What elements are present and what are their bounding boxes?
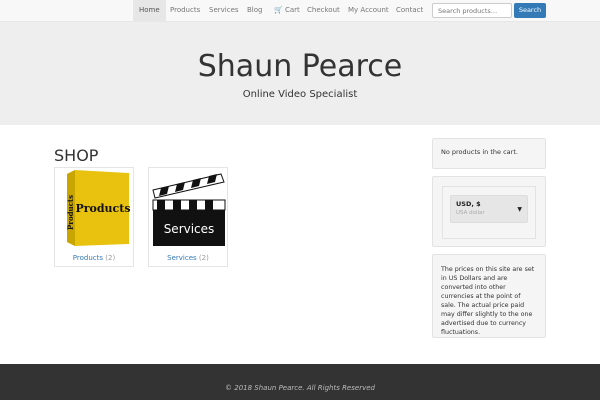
currency-notice-widget: The prices on this site are set in US Do… <box>432 254 546 338</box>
footer: © 2018 Shaun Pearce. All Rights Reserved <box>0 364 600 400</box>
page-title: SHOP <box>54 146 99 165</box>
clapperboard-image: Services <box>152 173 226 246</box>
svg-text:Services: Services <box>164 222 215 236</box>
nav-blog[interactable]: Blog <box>241 0 268 21</box>
category-label[interactable]: Services (2) <box>149 254 227 262</box>
site-tagline: Online Video Specialist <box>242 89 358 100</box>
copyright-text: © 2018 Shaun Pearce. All Rights Reserved <box>225 384 375 392</box>
cart-empty-text: No products in the cart. <box>441 148 518 156</box>
site-title[interactable]: Shaun Pearce <box>0 49 600 84</box>
category-label[interactable]: Products (2) <box>55 254 133 262</box>
search-input[interactable] <box>432 3 512 18</box>
category-services[interactable]: Services Services (2) <box>148 167 228 267</box>
site-header: Shaun Pearce Online Video Specialist <box>0 22 600 125</box>
currency-name: USA dollar <box>456 210 485 216</box>
currency-widget: USD, $ USA dollar ▼ <box>432 176 546 247</box>
svg-text:Products: Products <box>66 195 75 230</box>
currency-notice: The prices on this site are set in US Do… <box>441 266 535 336</box>
category-products[interactable]: Products Products Products (2) <box>54 167 134 267</box>
category-name: Products <box>72 254 104 262</box>
svg-text:Products: Products <box>75 202 130 215</box>
cart-widget: No products in the cart. <box>432 138 546 169</box>
cart-icon: 🛒 <box>274 6 283 14</box>
nav-products[interactable]: Products <box>164 0 206 21</box>
category-count: (2) <box>198 254 209 262</box>
currency-select[interactable]: USD, $ USA dollar ▼ <box>450 195 528 223</box>
category-name: Services <box>167 254 197 262</box>
nav-my-account[interactable]: My Account <box>342 0 395 21</box>
nav-checkout[interactable]: Checkout <box>301 0 346 21</box>
products-box-image: Products Products <box>66 170 131 246</box>
nav-contact[interactable]: Contact <box>390 0 429 21</box>
caret-down-icon: ▼ <box>517 206 522 213</box>
currency-code: USD, $ <box>456 200 481 208</box>
nav-home[interactable]: Home <box>133 0 166 21</box>
nav-cart-label: Cart <box>284 6 300 14</box>
search-button[interactable]: Search <box>514 3 546 18</box>
nav-services[interactable]: Services <box>203 0 245 21</box>
navbar: Home Products Services Blog 🛒 Cart Check… <box>0 0 600 22</box>
category-count: (2) <box>105 254 116 262</box>
